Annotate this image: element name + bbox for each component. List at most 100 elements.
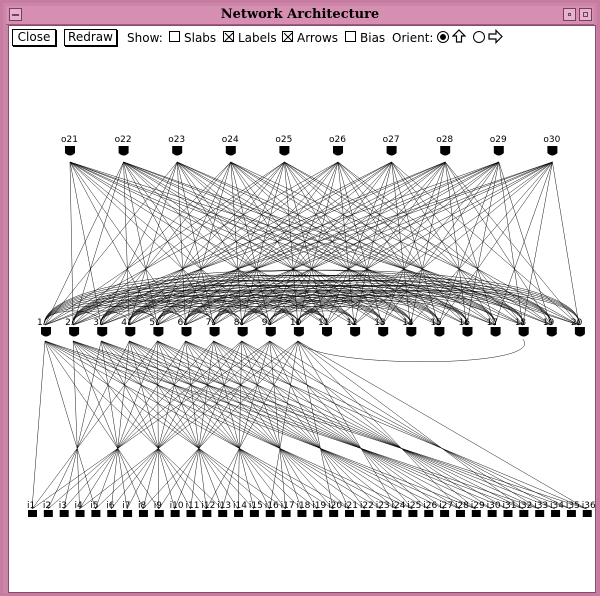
input-node[interactable] [138,510,148,517]
input-node-label: i4 [75,501,84,511]
input-node[interactable] [519,510,529,517]
output-node[interactable] [333,146,343,156]
input-node[interactable] [297,510,307,517]
output-node-label: o24 [222,135,239,145]
hidden-node-label: 16 [459,318,471,328]
input-node-label: i30 [487,501,501,511]
input-node-label: i33 [534,501,548,511]
network-graph[interactable]: i1 i2 i3 i4 i5 i6 i7 i8 i9 i10 i11 i12 i13 i14 i15 i16 i… [9,26,595,592]
input-node[interactable] [313,510,323,517]
hidden-node[interactable] [574,327,585,337]
output-node-label: o29 [490,135,507,145]
input-node[interactable] [265,510,275,517]
hidden-node[interactable] [153,327,164,337]
output-node[interactable] [493,146,504,156]
hidden-node[interactable] [434,327,445,337]
title-bar[interactable]: Network Architecture [6,6,594,25]
input-node[interactable] [424,510,434,517]
output-node[interactable] [386,146,397,156]
hidden-node[interactable] [181,327,192,337]
input-node[interactable] [487,510,497,517]
connection-lines [31,161,587,510]
hidden-node[interactable] [69,327,80,337]
input-node[interactable] [503,510,513,517]
input-node[interactable] [170,510,180,517]
hidden-node[interactable] [293,327,304,337]
output-node-label: o27 [383,135,400,145]
input-node-label: i13 [217,501,231,511]
input-node-label: i26 [423,501,437,511]
hidden-node[interactable] [97,327,108,337]
hidden-node[interactable] [518,327,529,337]
input-node[interactable] [154,510,164,517]
input-node[interactable] [107,510,117,517]
output-node[interactable] [225,146,236,156]
hidden-node[interactable] [406,327,417,337]
input-node[interactable] [218,510,228,517]
input-node[interactable] [471,510,481,517]
input-node[interactable] [376,510,386,517]
hidden-node[interactable] [125,327,136,337]
input-node[interactable] [345,510,354,517]
input-node-label: i5 [90,501,98,511]
output-node[interactable] [440,146,451,156]
input-node-label: i1 [27,501,35,511]
input-node[interactable] [408,510,418,517]
hidden-node[interactable] [41,327,51,337]
hidden-node[interactable] [237,327,248,337]
input-node[interactable] [360,510,370,517]
input-node[interactable] [455,510,465,517]
hidden-node[interactable] [322,327,332,337]
input-node[interactable] [186,510,196,517]
hidden-node-label: 6 [178,318,184,328]
hidden-node-label: 13 [374,318,385,328]
input-node[interactable] [440,510,450,517]
maximize-button[interactable] [579,8,592,21]
hidden-node-label: 12 [346,318,357,328]
input-node[interactable] [551,510,561,517]
input-node[interactable] [202,510,212,517]
hidden-node[interactable] [546,327,557,337]
input-node[interactable] [249,510,259,517]
input-node[interactable] [582,510,592,517]
input-node-label: i8 [138,501,147,511]
hidden-node[interactable] [265,327,276,337]
network-architecture-window: Network Architecture Close Redraw Show: … [0,0,600,596]
input-node[interactable] [123,510,133,517]
hidden-node[interactable] [462,327,473,337]
hidden-node-label: 17 [487,318,498,328]
input-node-label: i2 [43,501,51,511]
output-node[interactable] [279,146,290,156]
input-node[interactable] [535,510,545,517]
hidden-node-label: 19 [543,318,555,328]
input-node[interactable] [281,510,291,517]
hidden-node[interactable] [350,327,361,337]
hidden-node[interactable] [490,327,501,337]
hidden-node[interactable] [378,327,389,337]
input-node[interactable] [43,510,53,517]
hidden-node-label: 5 [149,318,155,328]
input-node-label: i3 [59,501,67,511]
input-node[interactable] [329,510,339,517]
input-node-label: i35 [566,501,580,511]
output-node[interactable] [65,146,75,156]
input-node[interactable] [28,510,37,517]
input-node[interactable] [392,510,402,517]
output-node[interactable] [118,146,129,156]
hidden-node-label: 15 [430,318,441,328]
input-node[interactable] [75,510,85,517]
input-node-label: i17 [281,501,295,511]
hidden-node[interactable] [209,327,220,337]
input-node-label: i18 [296,501,310,511]
input-node-label: i29 [471,501,485,511]
input-node[interactable] [234,510,244,517]
output-node-label: o26 [329,135,346,145]
output-node[interactable] [547,146,558,156]
input-node[interactable] [59,510,69,517]
window-title: Network Architecture [220,7,380,22]
hidden-node-label: 10 [290,318,302,328]
minimize-button[interactable] [563,8,576,21]
input-node[interactable] [566,510,576,517]
input-node[interactable] [91,510,101,517]
output-node[interactable] [172,146,183,156]
